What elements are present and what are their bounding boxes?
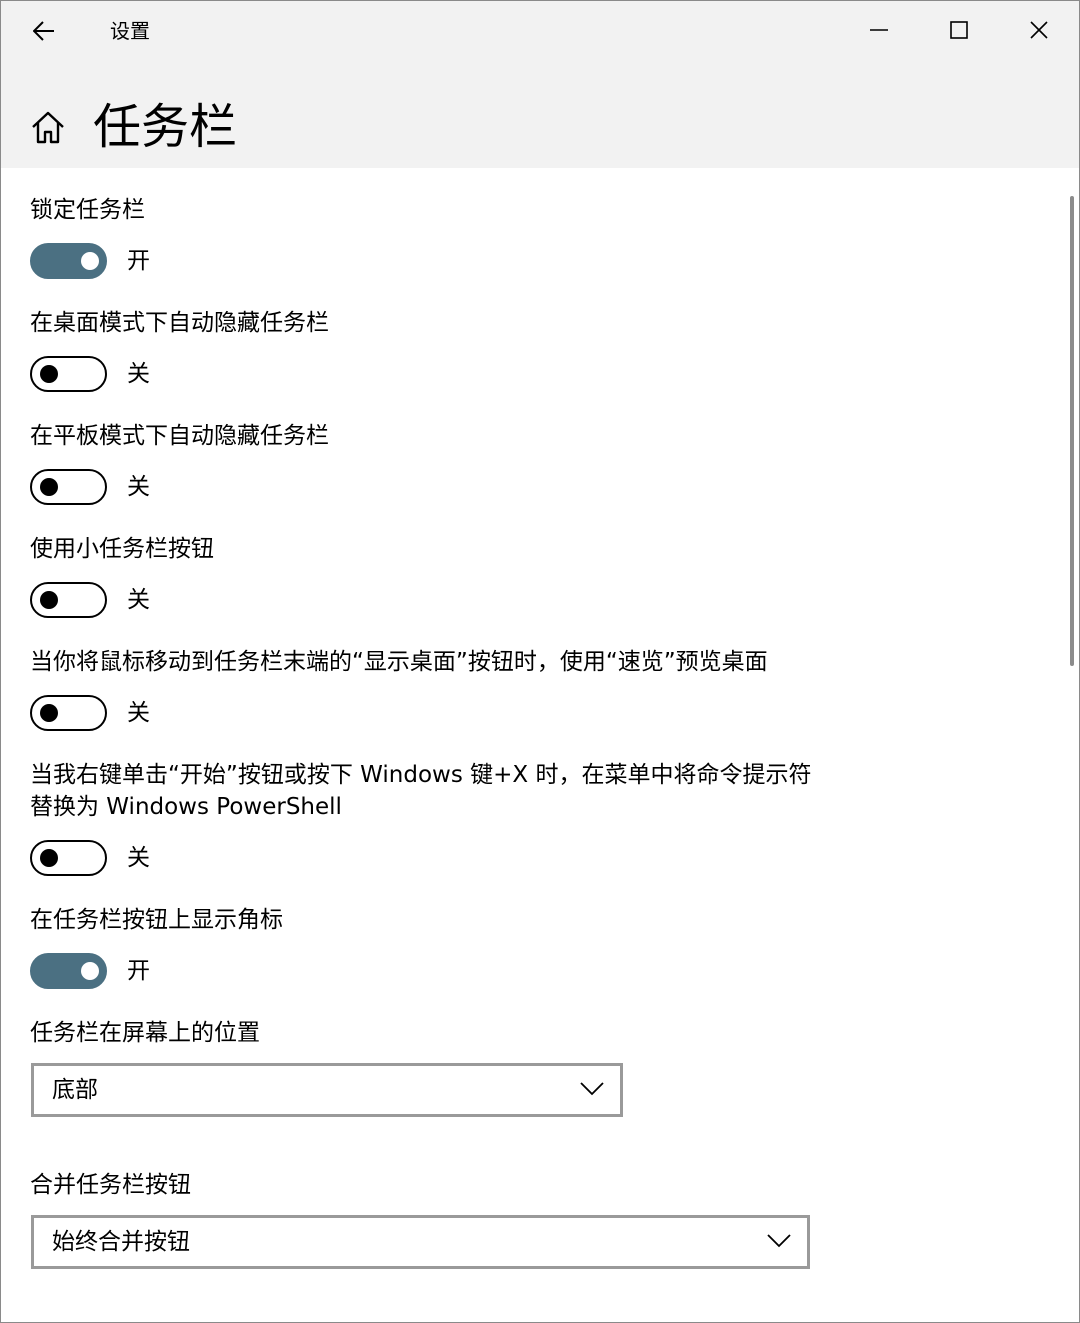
chevron-down-icon bbox=[767, 1234, 791, 1248]
settings-window: 设置 任务栏 锁定任务栏 开 在桌面模式下自动隐藏任务栏 关 在平板模式下自动隐… bbox=[0, 0, 1080, 1323]
setting-label-lock-taskbar: 锁定任务栏 bbox=[30, 197, 145, 223]
combine-buttons-dropdown[interactable]: 始终合并按钮 bbox=[31, 1215, 810, 1269]
toggle-knob bbox=[40, 704, 58, 722]
toggle-powershell[interactable] bbox=[30, 840, 107, 876]
setting-row-lock-taskbar: 开 bbox=[30, 243, 330, 279]
setting-label-peek: 当你将鼠标移动到任务栏末端的“显示桌面”按钮时，使用“速览”预览桌面 bbox=[30, 649, 768, 675]
dropdown-selected-value: 始终合并按钮 bbox=[52, 1229, 190, 1255]
setting-row-small-buttons: 关 bbox=[30, 582, 330, 618]
setting-row-powershell: 关 bbox=[30, 840, 330, 876]
toggle-autohide-tablet[interactable] bbox=[30, 469, 107, 505]
toggle-knob bbox=[40, 478, 58, 496]
setting-label-powershell: 当我右键单击“开始”按钮或按下 Windows 键+X 时，在菜单中将命令提示符… bbox=[30, 762, 812, 820]
toggle-peek[interactable] bbox=[30, 695, 107, 731]
title-bar: 设置 bbox=[1, 1, 1079, 61]
toggle-state-text: 关 bbox=[127, 587, 150, 613]
maximize-button[interactable] bbox=[933, 9, 985, 51]
toggle-state-text: 关 bbox=[127, 845, 150, 871]
toggle-state-text: 关 bbox=[127, 361, 150, 387]
settings-content: 锁定任务栏 开 在桌面模式下自动隐藏任务栏 关 在平板模式下自动隐藏任务栏 关 … bbox=[1, 168, 1079, 1322]
setting-label-taskbar-position: 任务栏在屏幕上的位置 bbox=[30, 1020, 260, 1046]
toggle-knob bbox=[40, 365, 58, 383]
toggle-state-text: 开 bbox=[127, 958, 150, 984]
page-title: 任务栏 bbox=[93, 99, 238, 155]
minimize-icon bbox=[870, 29, 888, 31]
toggle-knob bbox=[40, 849, 58, 867]
setting-label-badges: 在任务栏按钮上显示角标 bbox=[30, 907, 283, 933]
close-icon bbox=[1030, 21, 1048, 39]
setting-label-combine-buttons: 合并任务栏按钮 bbox=[30, 1172, 191, 1198]
minimize-button[interactable] bbox=[853, 9, 905, 51]
setting-row-peek: 关 bbox=[30, 695, 330, 731]
chevron-down-icon bbox=[580, 1082, 604, 1096]
header: 设置 任务栏 bbox=[1, 1, 1079, 168]
toggle-lock-taskbar[interactable] bbox=[30, 243, 107, 279]
toggle-knob bbox=[40, 591, 58, 609]
setting-label-autohide-tablet: 在平板模式下自动隐藏任务栏 bbox=[30, 423, 329, 449]
taskbar-position-dropdown[interactable]: 底部 bbox=[31, 1063, 623, 1117]
back-arrow-icon bbox=[33, 21, 54, 41]
toggle-small-buttons[interactable] bbox=[30, 582, 107, 618]
dropdown-selected-value: 底部 bbox=[52, 1077, 98, 1103]
app-title: 设置 bbox=[110, 19, 150, 43]
toggle-badges[interactable] bbox=[30, 953, 107, 989]
close-button[interactable] bbox=[1013, 9, 1065, 51]
back-button[interactable] bbox=[23, 11, 65, 51]
setting-label-small-buttons: 使用小任务栏按钮 bbox=[30, 536, 214, 562]
setting-label-autohide-desktop: 在桌面模式下自动隐藏任务栏 bbox=[30, 310, 329, 336]
maximize-icon bbox=[950, 21, 968, 39]
setting-row-autohide-desktop: 关 bbox=[30, 356, 330, 392]
toggle-state-text: 开 bbox=[127, 248, 150, 274]
toggle-knob bbox=[81, 252, 99, 270]
setting-row-autohide-tablet: 关 bbox=[30, 469, 330, 505]
vertical-scrollbar[interactable] bbox=[1070, 196, 1074, 666]
toggle-state-text: 关 bbox=[127, 474, 150, 500]
toggle-state-text: 关 bbox=[127, 700, 150, 726]
toggle-autohide-desktop[interactable] bbox=[30, 356, 107, 392]
home-icon[interactable] bbox=[30, 110, 66, 146]
toggle-knob bbox=[81, 962, 99, 980]
setting-row-badges: 开 bbox=[30, 953, 330, 989]
